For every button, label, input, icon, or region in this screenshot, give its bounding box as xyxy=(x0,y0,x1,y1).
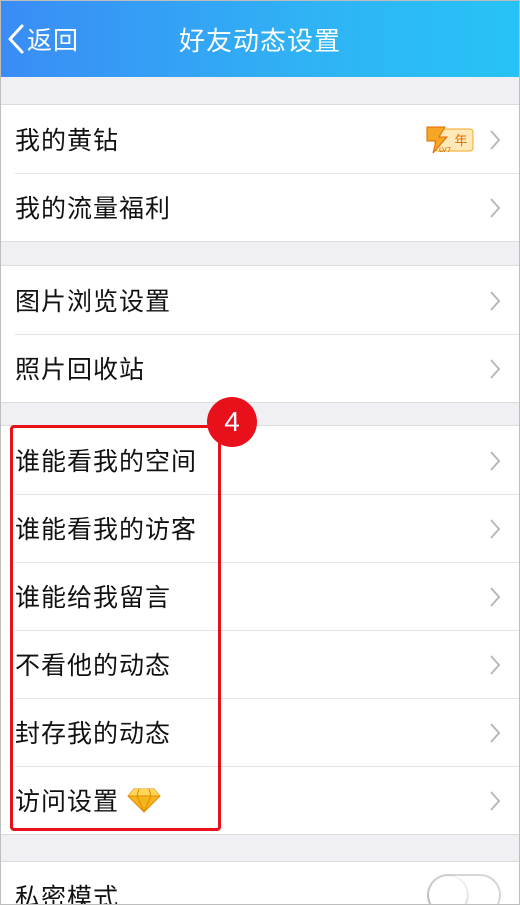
row-data-benefits[interactable]: 我的流量福利 xyxy=(1,173,519,241)
vip-badge-text: 年 xyxy=(454,134,467,149)
toggle-knob xyxy=(429,876,467,904)
row-label: 私密模式 xyxy=(15,883,120,905)
chevron-right-icon xyxy=(489,722,501,748)
row-private-mode: 私密模式 xyxy=(1,862,519,905)
screen: 返回 好友动态设置 我的黄钻 年 LV7 我的流量福利 图片浏览设置 照片回收站… xyxy=(0,0,520,905)
chevron-right-icon xyxy=(489,290,501,316)
chevron-right-icon xyxy=(489,450,501,476)
row-image-browse-settings[interactable]: 图片浏览设置 xyxy=(1,266,519,334)
row-label: 照片回收站 xyxy=(15,355,146,384)
chevron-right-icon xyxy=(489,129,501,155)
chevron-right-icon xyxy=(489,790,501,816)
highlight-box xyxy=(10,425,221,831)
step-number-badge: 4 xyxy=(207,397,257,447)
row-label: 我的黄钻 xyxy=(15,126,120,155)
section-photos: 图片浏览设置 照片回收站 xyxy=(1,265,519,403)
chevron-right-icon xyxy=(489,586,501,612)
vip-badge-level: LV7 xyxy=(439,146,451,154)
row-label: 我的流量福利 xyxy=(15,194,172,223)
chevron-right-icon xyxy=(489,654,501,680)
page-title: 好友动态设置 xyxy=(178,27,341,57)
private-mode-toggle[interactable] xyxy=(427,874,501,904)
section-vip: 我的黄钻 年 LV7 我的流量福利 xyxy=(1,104,519,242)
chevron-right-icon xyxy=(489,197,501,223)
row-yellow-diamond[interactable]: 我的黄钻 年 LV7 xyxy=(1,105,519,173)
section-private-mode: 私密模式 xyxy=(1,861,519,905)
row-photo-recycle-bin[interactable]: 照片回收站 xyxy=(1,334,519,402)
navigation-bar: 返回 好友动态设置 xyxy=(1,1,519,77)
chevron-right-icon xyxy=(489,518,501,544)
row-label: 图片浏览设置 xyxy=(15,287,172,316)
vip-badge-icon: 年 LV7 xyxy=(423,125,475,159)
chevron-right-icon xyxy=(489,358,501,384)
